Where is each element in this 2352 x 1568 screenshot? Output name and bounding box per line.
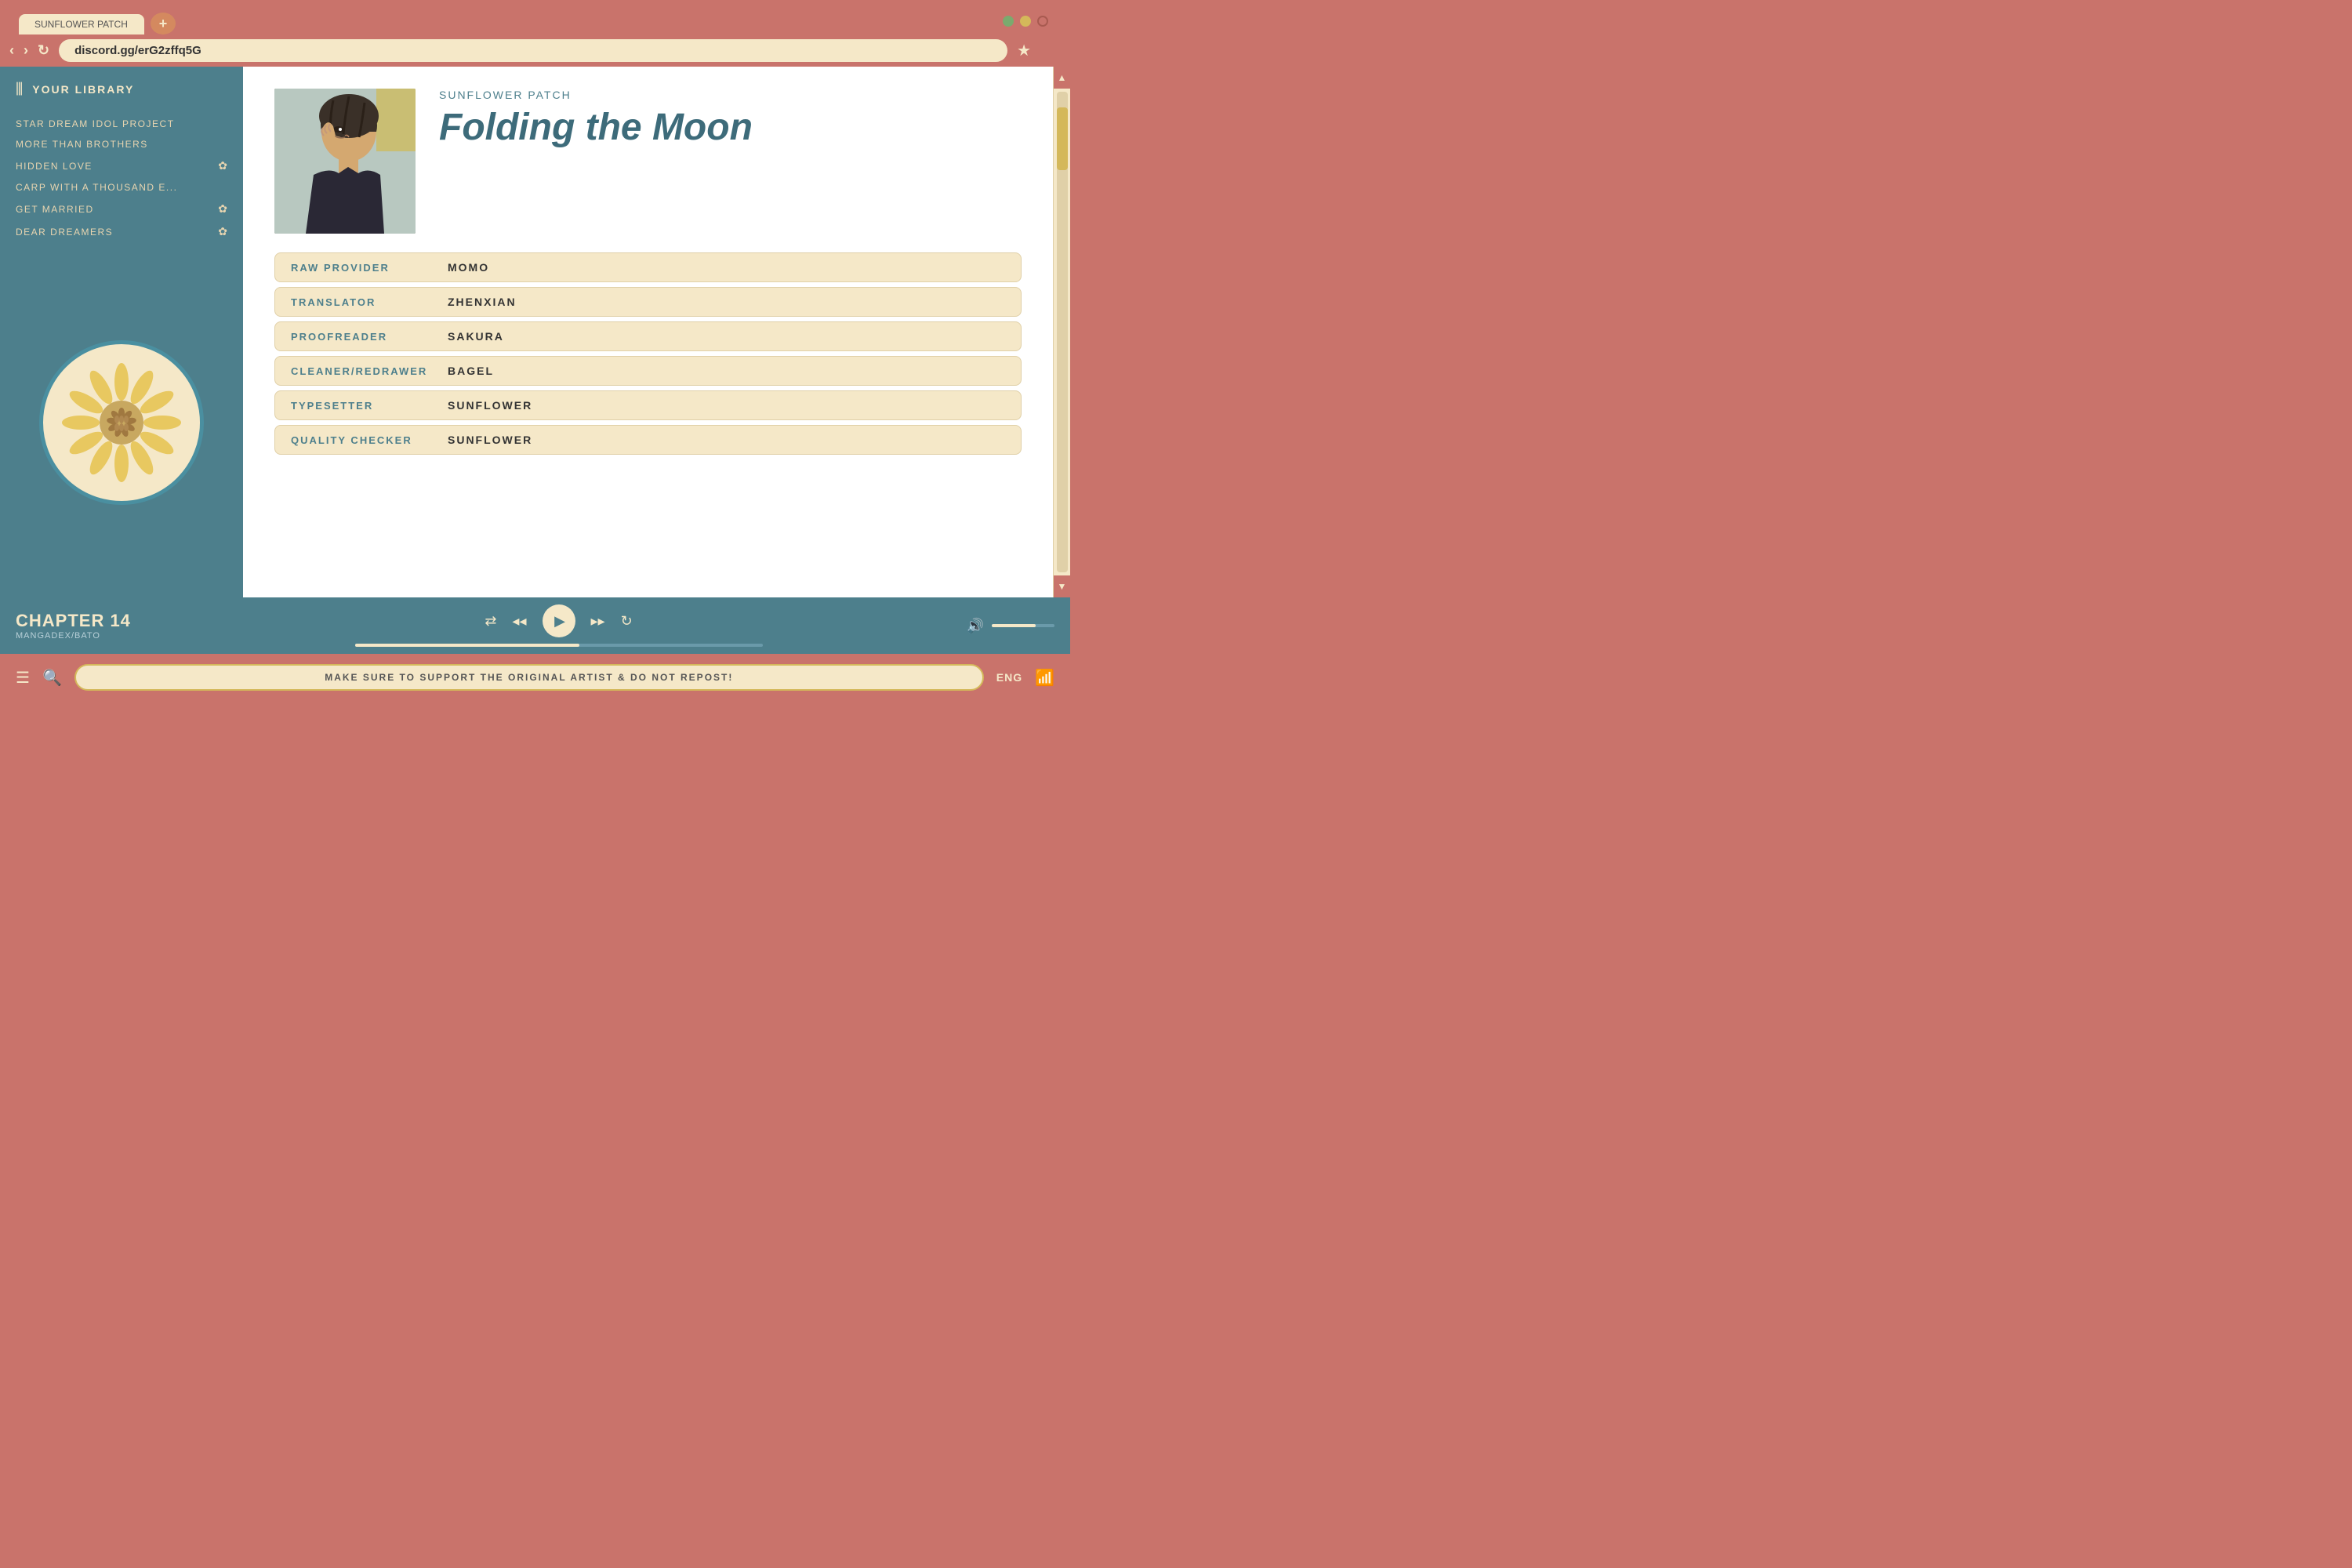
prev-button[interactable]: ◂◂: [512, 613, 526, 630]
bottom-bar: ☰ 🔍 MAKE SURE TO SUPPORT THE ORIGINAL AR…: [0, 654, 1070, 701]
sidebar-title: YOUR LIBRARY: [32, 83, 134, 96]
progress-bar[interactable]: [355, 644, 763, 647]
sidebar-item-star-dream[interactable]: STAR DREAM IDOL PROJECT: [16, 115, 227, 132]
sidebar-item-hidden-love[interactable]: HIDDEN LOVE ✿: [16, 156, 227, 176]
sidebar-sunflower-area: [0, 248, 243, 597]
bookmark-button[interactable]: ★: [1017, 41, 1031, 60]
sidebar-item-label: MORE THAN BROTHERS: [16, 139, 148, 150]
sidebar-item-get-married[interactable]: GET MARRIED ✿: [16, 199, 227, 219]
credit-label-cleaner: CLEANER/REDRAWER: [291, 365, 448, 377]
browser-window: SUNFLOWER PATCH + ‹ › ↻ ★ ⫴ YOUR LIBRARY: [0, 0, 1070, 702]
credit-value-typesetter: SUNFLOWER: [448, 399, 532, 412]
scroll-up-button[interactable]: ▲: [1054, 67, 1071, 89]
scroll-track: [1057, 92, 1068, 572]
player-buttons: ⇄ ◂◂ ▶ ▸▸ ↻: [485, 604, 632, 637]
sidebar-item-label: DEAR DREAMERS: [16, 227, 113, 238]
credit-value-cleaner: BAGEL: [448, 365, 494, 377]
search-icon[interactable]: 🔍: [42, 668, 62, 688]
sidebar-item-label: HIDDEN LOVE: [16, 161, 93, 172]
cover-illustration: [274, 89, 416, 234]
address-bar-row: ‹ › ↻ ★: [0, 34, 1070, 67]
credit-value-quality-checker: SUNFLOWER: [448, 434, 532, 446]
sidebar-item-icon: ✿: [218, 159, 227, 172]
volume-area: 🔊: [913, 618, 1054, 634]
play-button[interactable]: ▶: [543, 604, 575, 637]
language-label[interactable]: ENG: [996, 671, 1022, 684]
repeat-button[interactable]: ↻: [621, 613, 633, 630]
sidebar: ⫴ YOUR LIBRARY STAR DREAM IDOL PROJECT M…: [0, 67, 243, 597]
window-controls: [1003, 16, 1048, 27]
credit-label-translator: TRANSLATOR: [291, 296, 448, 308]
credit-label-typesetter: TYPESETTER: [291, 400, 448, 412]
sidebar-item-carp[interactable]: CARP WITH A THOUSAND E...: [16, 179, 227, 196]
next-button[interactable]: ▸▸: [591, 613, 605, 630]
scroll-down-button[interactable]: ▼: [1054, 575, 1071, 597]
sunflower-logo: [39, 340, 204, 505]
credit-row-quality-checker: QUALITY CHECKER SUNFLOWER: [274, 425, 1022, 455]
bottom-notice: MAKE SURE TO SUPPORT THE ORIGINAL ARTIST…: [74, 664, 984, 691]
volume-bar[interactable]: [992, 624, 1054, 627]
sidebar-item-dear-dreamers[interactable]: DEAR DREAMERS ✿: [16, 222, 227, 241]
credits-table: RAW PROVIDER MOMO TRANSLATOR ZHENXIAN PR…: [274, 252, 1022, 455]
bottom-right: ENG 📶: [996, 668, 1054, 688]
credit-label-raw-provider: RAW PROVIDER: [291, 262, 448, 274]
manga-cover: [274, 89, 416, 234]
player-controls: ⇄ ◂◂ ▶ ▸▸ ↻: [204, 604, 913, 647]
sidebar-item-icon: ✿: [218, 225, 227, 238]
active-tab[interactable]: SUNFLOWER PATCH: [19, 14, 144, 34]
sidebar-item-label: STAR DREAM IDOL PROJECT: [16, 118, 175, 129]
forward-button[interactable]: ›: [24, 42, 28, 59]
volume-fill: [992, 624, 1036, 627]
sidebar-item-icon: ✿: [218, 202, 227, 216]
close-button[interactable]: [1037, 16, 1048, 27]
player-bar: CHAPTER 14 MANGADEX/BATO ⇄ ◂◂ ▶ ▸▸ ↻ 🔊: [0, 597, 1070, 654]
credit-value-raw-provider: MOMO: [448, 261, 489, 274]
manga-title: Folding the Moon: [439, 107, 1022, 149]
tab-area: SUNFLOWER PATCH +: [9, 6, 1061, 34]
progress-fill: [355, 644, 579, 647]
refresh-button[interactable]: ↻: [38, 42, 49, 59]
scrollbar: ▲ ▼: [1053, 67, 1070, 597]
credit-row-proofreader: PROOFREADER SAKURA: [274, 321, 1022, 351]
content-area: SUNFLOWER PATCH Folding the Moon RAW PRO…: [243, 67, 1053, 597]
sidebar-item-label: GET MARRIED: [16, 204, 94, 215]
shuffle-button[interactable]: ⇄: [485, 613, 496, 630]
credit-value-translator: ZHENXIAN: [448, 296, 517, 308]
scroll-thumb[interactable]: [1057, 107, 1068, 170]
play-icon: ▶: [554, 613, 565, 630]
maximize-button[interactable]: [1020, 16, 1031, 27]
credit-row-cleaner: CLEANER/REDRAWER BAGEL: [274, 356, 1022, 386]
cover-placeholder: [274, 89, 416, 234]
player-chapter: CHAPTER 14: [16, 611, 204, 631]
sidebar-list: STAR DREAM IDOL PROJECT MORE THAN BROTHE…: [0, 109, 243, 248]
back-button[interactable]: ‹: [9, 42, 14, 59]
sunflower-svg: [59, 360, 184, 485]
credit-row-translator: TRANSLATOR ZHENXIAN: [274, 287, 1022, 317]
wifi-icon: 📶: [1035, 668, 1054, 688]
manga-info: SUNFLOWER PATCH Folding the Moon: [439, 89, 1022, 234]
content-top: SUNFLOWER PATCH Folding the Moon: [274, 89, 1022, 234]
credit-label-quality-checker: QUALITY CHECKER: [291, 434, 448, 446]
tab-label: SUNFLOWER PATCH: [34, 19, 128, 30]
credit-label-proofreader: PROOFREADER: [291, 331, 448, 343]
minimize-button[interactable]: [1003, 16, 1014, 27]
player-track-info: CHAPTER 14 MANGADEX/BATO: [16, 611, 204, 641]
sidebar-header: ⫴ YOUR LIBRARY: [0, 67, 243, 109]
sidebar-item-more-than-brothers[interactable]: MORE THAN BROTHERS: [16, 136, 227, 153]
library-icon: ⫴: [16, 79, 23, 100]
new-tab-button[interactable]: +: [151, 13, 176, 34]
menu-icon[interactable]: ☰: [16, 668, 30, 688]
player-source: MANGADEX/BATO: [16, 631, 204, 641]
credit-row-raw-provider: RAW PROVIDER MOMO: [274, 252, 1022, 282]
volume-icon: 🔊: [967, 618, 984, 634]
main-layout: ⫴ YOUR LIBRARY STAR DREAM IDOL PROJECT M…: [0, 67, 1070, 597]
series-label: SUNFLOWER PATCH: [439, 89, 1022, 101]
sidebar-item-label: CARP WITH A THOUSAND E...: [16, 182, 177, 193]
browser-chrome: SUNFLOWER PATCH +: [0, 0, 1070, 34]
credit-value-proofreader: SAKURA: [448, 330, 504, 343]
url-bar[interactable]: [59, 39, 1007, 62]
credit-row-typesetter: TYPESETTER SUNFLOWER: [274, 390, 1022, 420]
